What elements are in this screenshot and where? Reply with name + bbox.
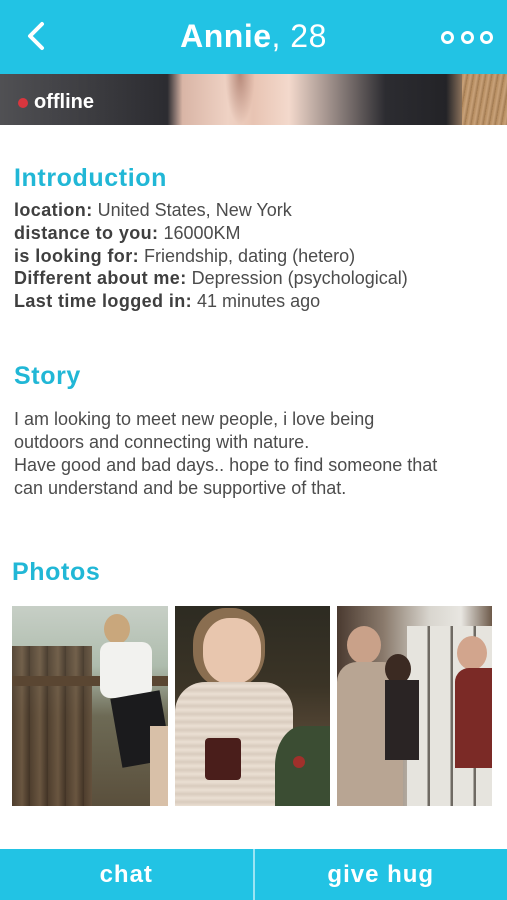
more-options-button[interactable] [441, 26, 493, 48]
info-row-last-login: Last time logged in: 41 minutes ago [14, 290, 494, 313]
status-badge: offline [18, 91, 94, 114]
info-value: Friendship, dating (hetero) [144, 245, 356, 266]
photo-thumbnail[interactable] [175, 606, 330, 806]
info-label: Last time logged in: [14, 291, 193, 312]
info-label: distance to you: [14, 222, 159, 243]
info-label: Different about me: [14, 268, 187, 289]
info-row-location: location: United States, New York [14, 199, 494, 222]
story-line: can understand and be supportive of that… [14, 478, 347, 498]
chat-button[interactable]: chat [0, 849, 253, 900]
more-dots-icon [441, 30, 454, 44]
info-label: location: [14, 200, 93, 220]
info-label: is looking for: [14, 245, 139, 266]
cover-photo-detail [462, 74, 507, 125]
profile-age: , 28 [271, 18, 327, 54]
story-line: outdoors and connecting with nature. [14, 432, 310, 452]
introduction-heading: Introduction [14, 164, 168, 192]
photo-thumbnail[interactable] [12, 606, 168, 806]
profile-name: Annie [180, 18, 272, 54]
cover-photo-detail [225, 74, 255, 125]
status-dot-icon [18, 97, 28, 108]
top-bar: Annie, 28 [0, 0, 507, 74]
photo-thumbnail[interactable] [337, 606, 492, 806]
introduction-list: location: United States, New York distan… [14, 199, 494, 313]
story-line: Have good and bad days.. hope to find so… [14, 455, 438, 475]
give-hug-button[interactable]: give hug [255, 849, 507, 900]
profile-cover-photo: offline [0, 74, 507, 125]
info-value: 41 minutes ago [197, 291, 321, 312]
story-text: I am looking to meet new people, i love … [14, 408, 494, 500]
status-text: offline [34, 91, 94, 113]
story-heading: Story [14, 362, 81, 390]
info-row-distance: distance to you: 16000KM [14, 222, 494, 245]
info-value: 16000KM [163, 222, 241, 243]
info-row-different-about-me: Different about me: Depression (psycholo… [14, 267, 494, 290]
info-row-looking-for: is looking for: Friendship, dating (hete… [14, 245, 494, 268]
more-dots-icon [480, 30, 493, 44]
more-dots-icon [460, 30, 474, 44]
info-value: United States, New York [97, 200, 292, 220]
page-title: Annie, 28 [0, 16, 507, 56]
photos-heading: Photos [12, 558, 101, 586]
story-line: I am looking to meet new people, i love … [14, 409, 375, 429]
photo-gallery [12, 606, 492, 806]
info-value: Depression (psychological) [191, 268, 408, 289]
bottom-action-bar: chat give hug [0, 849, 507, 900]
